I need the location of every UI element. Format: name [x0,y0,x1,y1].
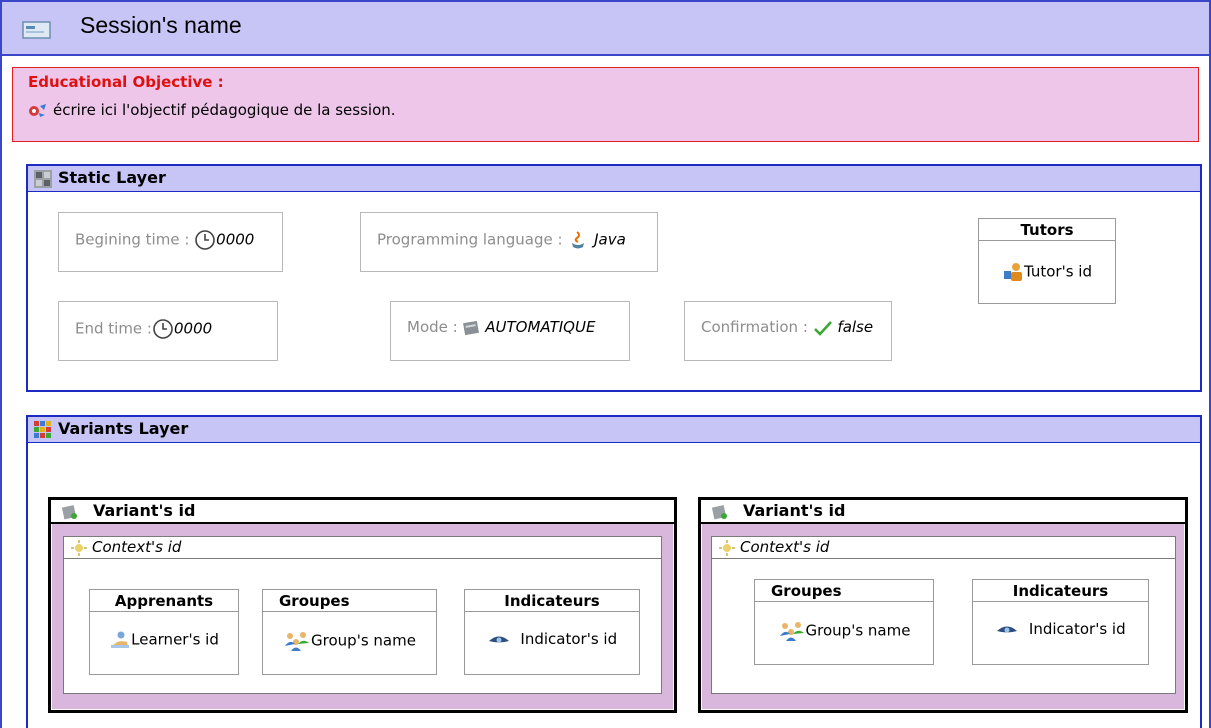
groupes-box: Groupes Group's name [754,579,934,665]
programming-language-label: Programming language : [377,230,568,249]
context-icon [71,540,87,556]
objective-icon [29,104,46,117]
variant-icon [711,505,727,520]
end-time-value: 0000 [174,319,213,338]
group-item[interactable]: Group's name [263,630,436,652]
indicateurs-box: Indicateurs Indicator's id [464,589,640,675]
static-layer-title: Static Layer [58,168,166,187]
objective-panel: Educational Objective : écrire ici l'obj… [12,67,1199,142]
context-panel: Context's id Groupes Group's name Indica… [711,536,1176,694]
session-header: Session's name [0,0,1211,56]
tutors-box: Tutors Tutor's id [978,218,1116,304]
variant-title: Variant's id [743,501,846,520]
group-name: Group's name [311,631,416,650]
programming-language-value: Java [594,230,626,249]
tutor-icon [1003,263,1022,281]
session-icon [22,21,51,39]
context-header: Context's id [712,537,1175,559]
variant-icon [61,505,77,520]
groupes-header: Groupes [263,590,436,612]
indicator-id: Indicator's id [1028,620,1126,638]
indicator-id: Indicator's id [520,630,618,648]
context-title: Context's id [92,538,182,556]
objective-title: Educational Objective : [28,73,224,91]
programming-language-field[interactable]: Programming language : Java [360,212,658,272]
tutors-header: Tutors [979,219,1115,241]
mode-icon [463,320,480,335]
context-icon [719,540,735,556]
mode-value: AUTOMATIQUE [485,318,596,336]
variant-card[interactable]: Variant's id Context's id Apprenants Lea… [48,497,677,713]
begin-time-field[interactable]: Begining time : 0000 [58,212,283,272]
mode-field[interactable]: Mode : AUTOMATIQUE [390,301,630,361]
group-name: Group's name [805,621,911,640]
begin-time-label: Begining time : [75,230,195,249]
clock-icon [195,230,215,250]
apprenants-header: Apprenants [90,590,238,612]
session-title: Session's name [80,12,242,38]
check-icon [813,320,832,336]
context-title: Context's id [740,538,830,556]
begin-time-value: 0000 [216,230,255,249]
variant-card[interactable]: Variant's id Context's id Groupes Group'… [698,497,1188,713]
indicateurs-header: Indicateurs [973,580,1148,602]
static-layer-icon [34,170,52,188]
learner-item[interactable]: Learner's id [90,630,238,650]
clock-icon [153,319,173,339]
eye-icon [997,626,1018,632]
variant-header: Variant's id [701,500,1185,524]
indicator-item[interactable]: Indicator's id [465,630,639,648]
learner-icon [111,631,130,648]
confirmation-label: Confirmation : [701,318,813,336]
apprenants-box: Apprenants Learner's id [89,589,239,675]
end-time-field[interactable]: End time : 0000 [58,301,278,361]
variant-header: Variant's id [51,500,674,524]
variants-layer-title: Variants Layer [58,419,189,438]
mode-label: Mode : [407,318,463,336]
confirmation-field[interactable]: Confirmation : false [684,301,892,361]
indicator-item[interactable]: Indicator's id [973,620,1148,638]
learner-id: Learner's id [131,630,219,649]
group-icon [779,622,804,641]
static-layer: Static Layer Begining time : 0000 Progra… [26,164,1202,392]
group-icon [285,632,310,651]
end-time-label: End time : [75,319,152,338]
variants-layer-header: Variants Layer [28,417,1200,443]
tutor-id: Tutor's id [1023,262,1092,281]
groupes-box: Groupes Group's name [262,589,437,675]
confirmation-value: false [837,318,874,336]
java-icon [572,231,585,249]
context-header: Context's id [64,537,661,559]
indicateurs-box: Indicateurs Indicator's id [972,579,1149,665]
tutor-item[interactable]: Tutor's id [979,261,1115,283]
eye-icon [488,636,509,642]
variant-title: Variant's id [93,501,196,520]
variants-layer: Variants Layer Variant's id Context's id… [26,415,1202,728]
indicateurs-header: Indicateurs [465,590,639,612]
static-layer-header: Static Layer [28,166,1200,192]
context-panel: Context's id Apprenants Learner's id Gro… [63,536,662,694]
objective-text[interactable]: écrire ici l'objectif pédagogique de la … [53,101,396,119]
variants-layer-icon [34,421,51,438]
group-item[interactable]: Group's name [755,620,933,642]
groupes-header: Groupes [755,580,933,602]
